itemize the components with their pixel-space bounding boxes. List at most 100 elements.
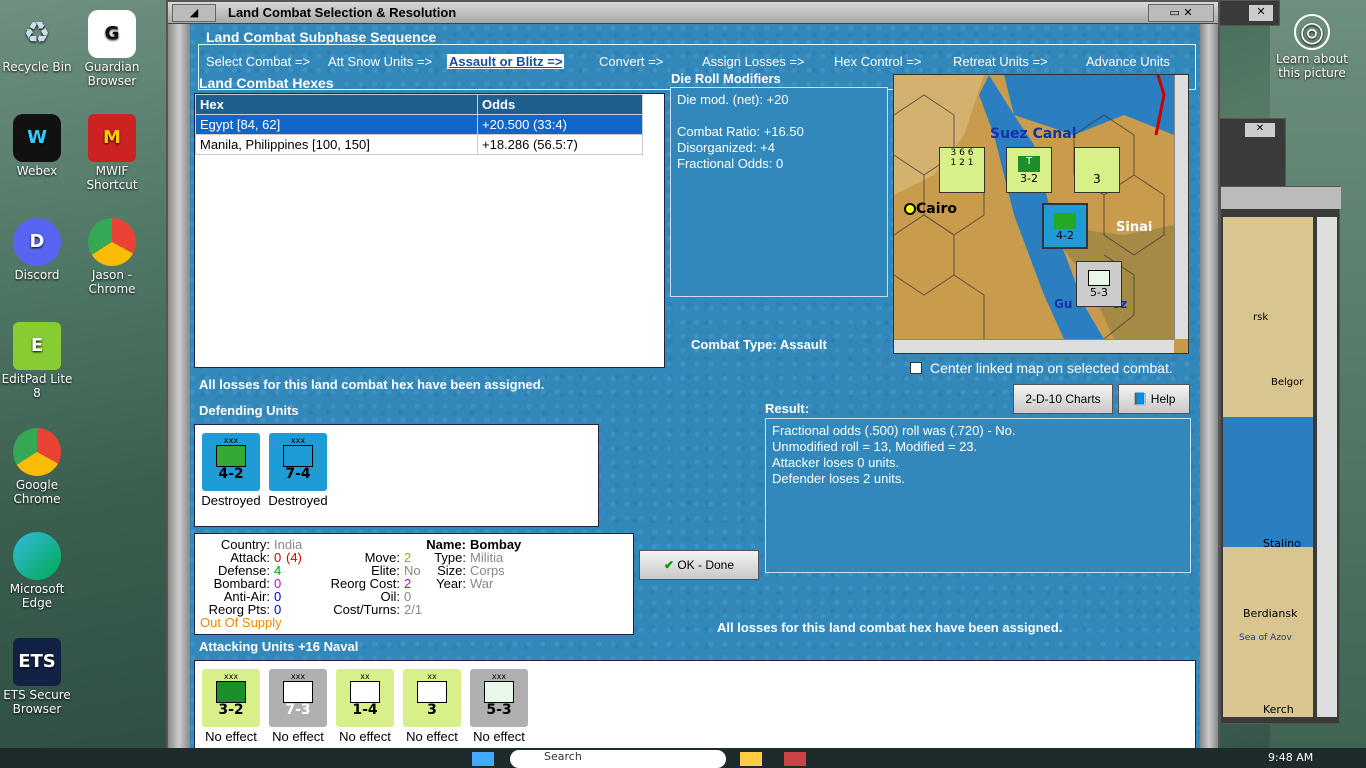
map-counter-selected[interactable]: 4-2 — [1042, 203, 1088, 249]
guardian-icon: G — [88, 10, 136, 58]
attacking-unit-counter[interactable]: xx 3 — [403, 669, 461, 727]
land-combat-window: ◢ Land Combat Selection & Resolution ▭ ✕… — [166, 0, 1220, 750]
supply-status: Out Of Supply — [200, 615, 282, 630]
attacking-unit-counter[interactable]: xxx 3-2 — [202, 669, 260, 727]
unit-symbol-icon — [216, 445, 246, 467]
result-line: Attacker loses 0 units. — [772, 455, 900, 470]
result-line: Unmodified roll = 13, Modified = 23. — [772, 439, 978, 454]
die-mods-title: Die Roll Modifiers — [671, 71, 781, 86]
close-icon[interactable]: ✕ — [1249, 5, 1273, 21]
column-header-hex[interactable]: Hex — [195, 94, 478, 115]
desktop-icon-edge[interactable]: Microsoft Edge — [0, 532, 77, 610]
defending-unit-status: Destroyed — [268, 493, 328, 508]
charts-button[interactable]: 2-D-10 Charts — [1013, 384, 1113, 414]
side-map[interactable]: rsk Belgor Stalino Berdiansk Sea of Azov… — [1223, 217, 1313, 717]
taskbar-search[interactable]: Search — [510, 750, 726, 768]
subphase-step-active[interactable]: Assault or Blitz => — [447, 54, 565, 69]
desktop-icon-jason-chrome[interactable]: Jason - Chrome — [72, 218, 152, 296]
webex-icon: W — [13, 114, 61, 162]
map-counter[interactable]: 5-3 — [1076, 261, 1122, 307]
table-row[interactable]: Manila, Philippines [100, 150] +18.286 (… — [195, 134, 643, 155]
odds-cell[interactable]: +18.286 (56.5:7) — [477, 134, 643, 155]
map-counter[interactable]: T 3-2 — [1006, 147, 1052, 193]
tank-icon: T — [1018, 156, 1040, 172]
folder-icon[interactable] — [740, 752, 762, 766]
table-header: Hex Odds — [195, 94, 643, 115]
table-row[interactable]: Egypt [84, 62] +20.500 (33:4) — [195, 114, 643, 135]
desktop-icon-guardian[interactable]: G Guardian Browser — [72, 10, 152, 88]
odds-cell[interactable]: +20.500 (33:4) — [477, 114, 643, 135]
attacking-unit-status: No effect — [339, 729, 391, 744]
attacking-unit-status: No effect — [205, 729, 257, 744]
desktop-icon-ets[interactable]: ETS ETS Secure Browser — [0, 638, 77, 716]
subphase-step[interactable]: Select Combat => — [206, 54, 310, 69]
side-map-scrollbar[interactable] — [1317, 217, 1337, 717]
subphase-step[interactable]: Assign Losses => — [702, 54, 805, 69]
mwif-icon: M — [88, 114, 136, 162]
result-line: Fractional odds (.500) roll was (.720) -… — [772, 423, 1016, 438]
attacking-unit-counter[interactable]: xxx 7-3 — [269, 669, 327, 727]
subphase-step[interactable]: Advance Units — [1086, 54, 1170, 69]
ok-done-button[interactable]: ✔ OK - Done — [639, 550, 759, 580]
unit-symbol-icon — [283, 445, 313, 467]
combat-map[interactable]: Suez Canal Cairo Sinai Gu ez 3 6 61 2 1 … — [893, 74, 1189, 354]
desktop-icon-recycle-bin[interactable]: ♻ Recycle Bin — [0, 10, 77, 75]
edge-icon — [13, 532, 61, 580]
desktop-icon-mwif[interactable]: M MWIF Shortcut — [72, 114, 152, 192]
attacking-unit-counter[interactable]: xxx 5-3 — [470, 669, 528, 727]
map-label-gulf: Gu — [1054, 297, 1073, 311]
start-icon[interactable] — [472, 752, 494, 766]
defending-unit-counter[interactable]: xxx 7-4 — [269, 433, 327, 491]
chrome-icon — [88, 218, 136, 266]
defending-unit-counter[interactable]: xxx 4-2 — [202, 433, 260, 491]
map-label: Belgor — [1271, 377, 1304, 388]
sea-area — [1223, 417, 1313, 547]
result-panel: Fractional odds (.500) roll was (.720) -… — [765, 418, 1191, 573]
marine-icon — [484, 681, 514, 703]
map-label: Stalino — [1263, 537, 1301, 550]
column-header-odds[interactable]: Odds — [477, 94, 643, 115]
close-icon[interactable]: ✕ — [1183, 6, 1192, 19]
learn-about-picture[interactable]: ◎ Learn about this picture — [1272, 14, 1352, 80]
map-label: Berdiansk — [1243, 607, 1298, 620]
subphase-step[interactable]: Att Snow Units => — [328, 54, 432, 69]
artillery-icon — [417, 681, 447, 703]
defending-unit-status: Destroyed — [201, 493, 261, 508]
window-controls[interactable]: ▭ ✕ — [1148, 4, 1214, 22]
window-left-border — [168, 24, 190, 750]
window-menu-button[interactable]: ◢ — [172, 4, 216, 22]
camera-icon: ◎ — [1294, 14, 1330, 50]
subphase-step[interactable]: Retreat Units => — [953, 54, 1048, 69]
attacking-unit-counter[interactable]: xx 1-4 — [336, 669, 394, 727]
editpad-icon: E — [13, 322, 61, 370]
close-icon[interactable]: ✕ — [1245, 123, 1275, 137]
subphase-step[interactable]: Hex Control => — [834, 54, 921, 69]
subphase-title: Land Combat Subphase Sequence — [206, 29, 437, 45]
map-counter[interactable]: 3 — [1074, 147, 1120, 193]
hex-cell[interactable]: Manila, Philippines [100, 150] — [195, 134, 478, 155]
chrome-icon — [13, 428, 61, 476]
subphase-step[interactable]: Convert => — [599, 54, 663, 69]
die-mod-net: Die mod. (net): +20 — [677, 92, 789, 107]
attacking-units-title: Attacking Units +16 Naval — [199, 639, 359, 654]
center-linked-checkbox[interactable] — [910, 362, 922, 374]
help-button[interactable]: 📘 Help — [1118, 384, 1190, 414]
discord-icon: D — [13, 218, 61, 266]
desktop-icon-google-chrome[interactable]: Google Chrome — [0, 428, 77, 506]
die-mod-disorganized: Disorganized: +4 — [677, 140, 775, 155]
restore-icon[interactable]: ▭ — [1169, 6, 1179, 19]
losses-assigned-message: All losses for this land combat hex have… — [199, 377, 545, 392]
desktop-icon-discord[interactable]: D Discord — [0, 218, 77, 282]
map-counter[interactable]: 3 6 61 2 1 — [939, 147, 985, 193]
city-marker — [904, 203, 916, 215]
desktop-icon-editpad[interactable]: E EditPad Lite 8 — [0, 322, 77, 400]
chrome-icon[interactable] — [784, 752, 806, 766]
map-horizontal-scrollbar[interactable] — [894, 339, 1174, 353]
map-vertical-scrollbar[interactable] — [1174, 75, 1188, 339]
losses-assigned-message-2: All losses for this land combat hex have… — [717, 620, 1063, 635]
desktop-icon-webex[interactable]: W Webex — [0, 114, 77, 178]
hex-cell[interactable]: Egypt [84, 62] — [195, 114, 478, 135]
map-window-titlebar — [1221, 187, 1341, 209]
infantry-icon — [350, 681, 380, 703]
map-label: rsk — [1253, 312, 1269, 323]
